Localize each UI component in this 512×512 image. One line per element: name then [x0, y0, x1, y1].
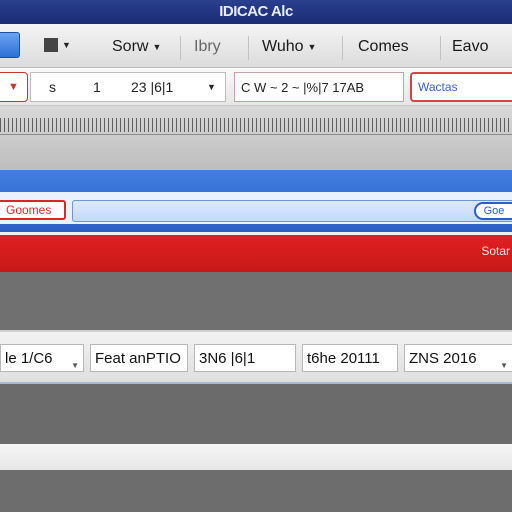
ruler — [0, 106, 512, 170]
window-title: IDICAC Alc — [219, 3, 293, 20]
ruler-ticks — [0, 118, 512, 132]
data-cell-1[interactable]: le 1/C6 ▼ — [0, 344, 84, 372]
cell-value: Feat anPTIO — [95, 349, 181, 367]
content-area-lower — [0, 384, 512, 444]
format-field-group[interactable]: s 1 23 |6|1 ▼ — [30, 72, 226, 102]
alert-bar: Sotar — [0, 232, 512, 272]
menu-item-2[interactable]: Ibry — [194, 36, 221, 58]
toolbar: ▼ s 1 23 |6|1 ▼ C W ~ 2 ~ |%|7 17AB Wact… — [0, 68, 512, 106]
divider — [440, 36, 441, 60]
menu-item-5[interactable]: Eavo — [452, 36, 488, 58]
footer-area — [0, 470, 512, 512]
data-cell-4[interactable]: t6he 20111 — [302, 344, 398, 372]
style-field-value: C W ~ 2 ~ |%|7 17AB — [241, 79, 365, 95]
chevron-down-icon: ▼ — [307, 42, 317, 52]
cell-value: t6he 20111 — [307, 349, 380, 367]
menu-item-label: Sorw — [112, 38, 149, 55]
menu-item-label: Comes — [358, 38, 409, 55]
menu-item-label: Wuho — [262, 38, 304, 55]
data-cell-5[interactable]: ZNS 2016 ▼ — [404, 344, 512, 372]
divider — [342, 36, 343, 60]
go-button-label: Goe — [483, 205, 505, 217]
square-icon — [44, 38, 58, 52]
chevron-down-icon: ▼ — [62, 40, 71, 50]
ruler-baseline — [0, 134, 512, 135]
toolbar-toggle-button[interactable]: ▼ — [0, 72, 28, 102]
menu-item-4[interactable]: Comes — [358, 36, 409, 58]
app-menu-button[interactable] — [0, 32, 20, 58]
format-field-b[interactable]: 1 — [93, 73, 101, 101]
menu-item-label: Ibry — [194, 38, 221, 55]
view-toggle-button[interactable]: ▼ — [44, 38, 71, 52]
format-field-c[interactable]: 23 |6|1 — [131, 73, 173, 101]
menu-item-1[interactable]: Sorw ▼ — [112, 36, 161, 58]
alert-bar-label[interactable]: Sotar — [481, 244, 512, 258]
data-row: le 1/C6 ▼ Feat anPTIO 3N6 |6|1 t6he 2011… — [0, 330, 512, 384]
address-band: Goomes Goe — [0, 170, 512, 232]
content-area — [0, 272, 512, 330]
format-field-a[interactable]: s — [49, 73, 56, 101]
address-input[interactable]: Goe — [72, 200, 512, 222]
status-strip — [0, 444, 512, 470]
menu-item-label: Eavo — [452, 38, 489, 55]
cell-value: le 1/C6 — [5, 349, 53, 367]
address-tab[interactable]: Goomes — [0, 200, 66, 220]
divider — [248, 36, 249, 60]
cell-value: 3N6 |6|1 — [199, 349, 256, 367]
chevron-down-icon: ▼ — [71, 361, 79, 370]
data-cell-2[interactable]: Feat anPTIO — [90, 344, 188, 372]
menu-bar: ▼ Sorw ▼ Ibry Wuho ▼ Comes Eavo — [0, 24, 512, 68]
chevron-down-icon: ▼ — [152, 42, 162, 52]
search-input[interactable]: Wactas — [410, 72, 512, 102]
data-cell-3[interactable]: 3N6 |6|1 — [194, 344, 296, 372]
chevron-down-icon: ▼ — [500, 361, 508, 370]
chevron-down-icon[interactable]: ▼ — [207, 73, 216, 101]
chevron-down-icon: ▼ — [8, 81, 19, 93]
title-bar: IDICAC Alc — [0, 0, 512, 24]
cell-value: ZNS 2016 — [409, 349, 477, 367]
search-value: Wactas — [418, 80, 458, 94]
divider — [180, 36, 181, 60]
address-tab-label: Goomes — [6, 203, 52, 217]
style-field[interactable]: C W ~ 2 ~ |%|7 17AB — [234, 72, 404, 102]
menu-item-3[interactable]: Wuho ▼ — [262, 36, 316, 58]
go-button[interactable]: Goe — [474, 202, 512, 220]
